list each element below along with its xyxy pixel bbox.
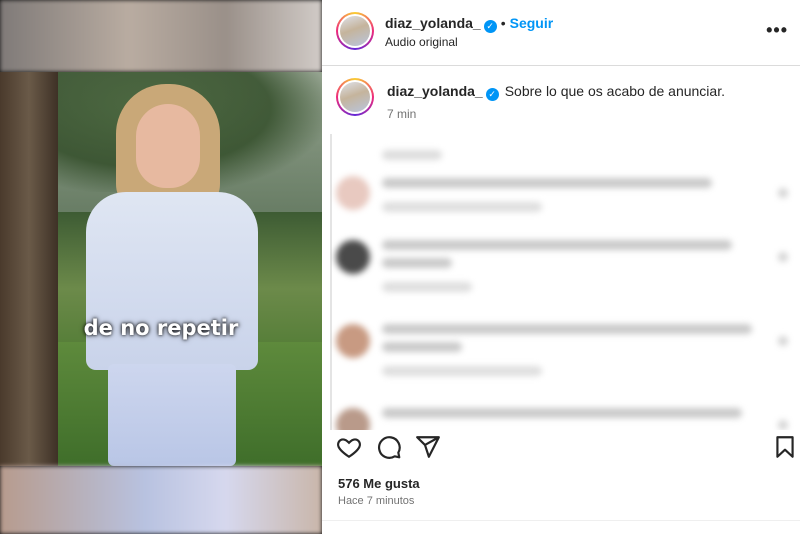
caption-timestamp: 7 min: [387, 107, 417, 121]
more-horizontal-icon[interactable]: •••: [766, 20, 788, 41]
verified-icon: ✓: [483, 20, 497, 33]
next-video-blur: [0, 466, 322, 534]
post-timestamp: Hace 7 minutos: [338, 495, 415, 507]
share-icon[interactable]: [415, 434, 441, 460]
caption-avatar[interactable]: [336, 78, 374, 116]
speaker-shirt: [86, 192, 258, 370]
tree-trunk: [0, 72, 58, 466]
post-header: diaz_yolanda_ ✓ • Seguir Audio original •••: [322, 0, 800, 66]
video-subtitle: de no repetir: [83, 316, 239, 340]
speaker-pants: [108, 364, 236, 466]
heart-icon[interactable]: [336, 434, 362, 460]
speaker-face: [136, 104, 200, 188]
audio-link[interactable]: Audio original: [385, 35, 458, 49]
post-panel: diaz_yolanda_ ✓ • Seguir Audio original •••…: [322, 0, 800, 534]
caption-row: diaz_yolanda_ ✓ Sobre lo que os acabo de a…: [387, 83, 725, 101]
previous-video-blur: [0, 0, 322, 72]
bookmark-icon[interactable]: [772, 434, 798, 460]
comment-icon[interactable]: [376, 434, 402, 460]
verified-icon: ✓: [485, 88, 499, 101]
follow-button[interactable]: Seguir: [510, 15, 554, 31]
avatar[interactable]: [336, 12, 374, 50]
likes-count[interactable]: 576 Me gusta: [338, 476, 420, 491]
reel-video[interactable]: de no repetir: [0, 72, 322, 466]
username-link[interactable]: diaz_yolanda_: [385, 15, 481, 31]
media-column: de no repetir: [0, 0, 322, 534]
speaker-figure: [78, 84, 264, 466]
action-bar: [322, 430, 800, 466]
header-username-row: diaz_yolanda_ ✓ • Seguir: [385, 15, 553, 33]
comment-item: [330, 170, 800, 240]
comment-item: [330, 318, 800, 388]
caption-text: Sobre lo que os acabo de anunciar.: [504, 83, 725, 99]
comments-list[interactable]: [330, 134, 800, 430]
post-caption: diaz_yolanda_ ✓ Sobre lo que os acabo de a…: [322, 66, 800, 132]
comment-item: [330, 234, 800, 304]
separator-dot: •: [500, 15, 506, 31]
instagram-post-view: de no repetir diaz_yolanda_ ✓ • Seguir Audi…: [0, 0, 800, 534]
bottom-divider: [322, 520, 800, 521]
caption-username[interactable]: diaz_yolanda_: [387, 83, 483, 99]
comment-item: [330, 402, 800, 430]
